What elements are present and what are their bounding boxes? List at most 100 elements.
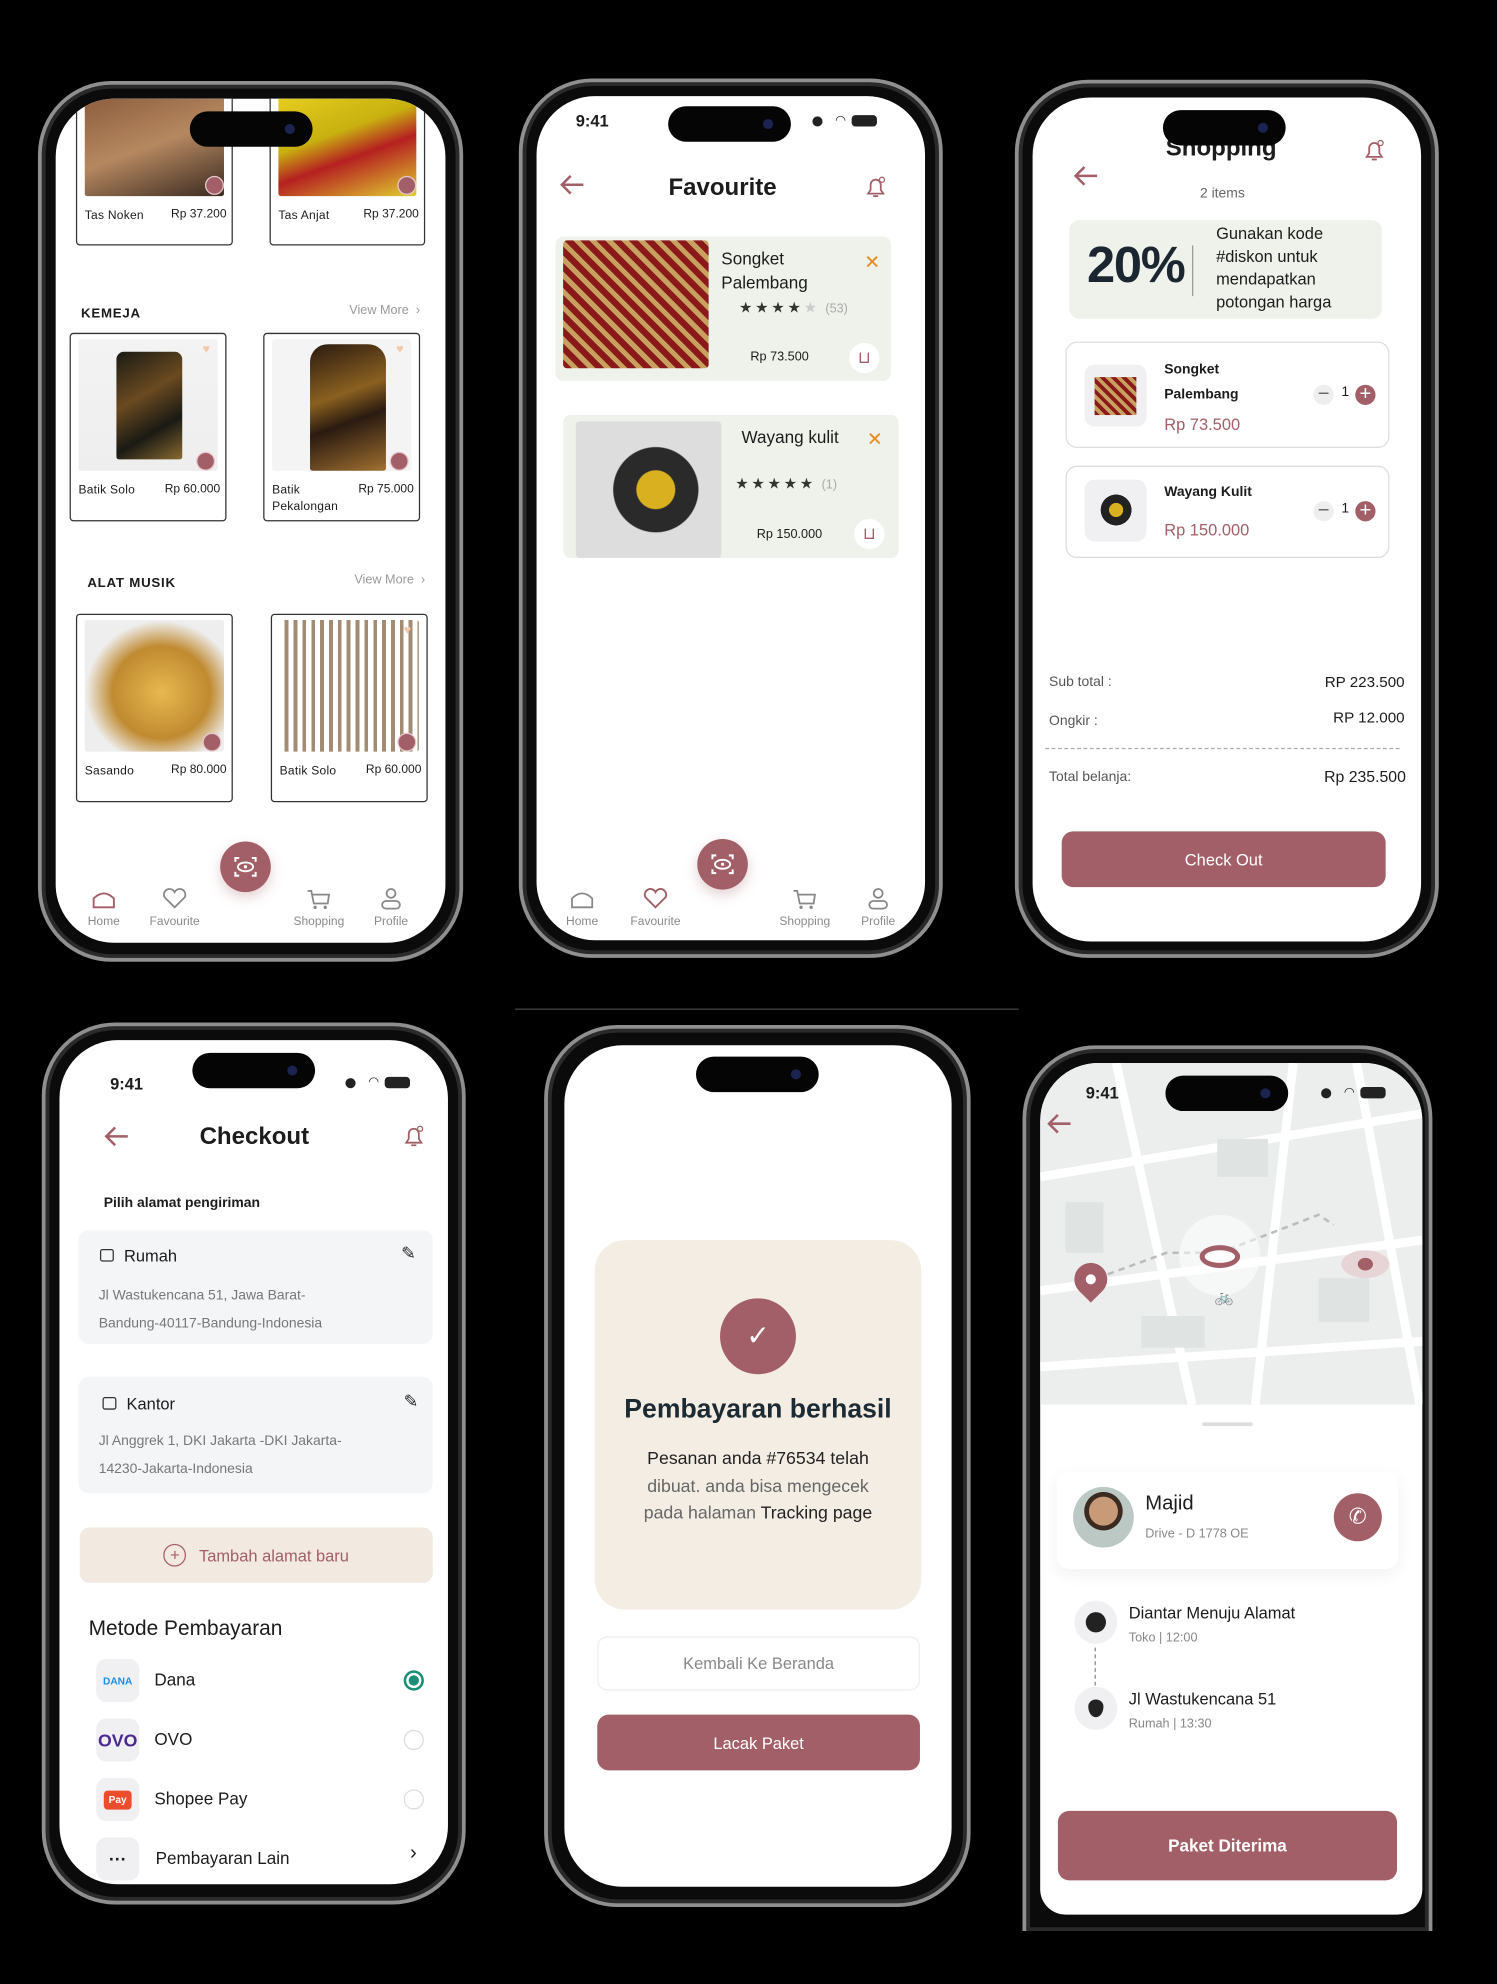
decrease-button[interactable]: − xyxy=(1313,384,1334,405)
item-name: Songket Palembang xyxy=(721,249,808,293)
view-more-link[interactable]: View More › xyxy=(349,304,420,318)
address-line: Jl Wastukencana 51, Jawa Barat- xyxy=(98,1288,306,1304)
cart-icon[interactable]: ⊔ xyxy=(854,518,885,550)
product-card[interactable]: ♥ Batik Solo Rp 60.000 xyxy=(270,613,428,803)
message-line: Pesanan anda #76534 telah xyxy=(647,1447,869,1468)
add-to-bag-icon[interactable] xyxy=(202,732,222,752)
back-arrow-icon[interactable] xyxy=(101,1124,131,1149)
payment-option-ovo[interactable]: OVO xyxy=(154,1730,192,1749)
dynamic-island xyxy=(695,1056,819,1093)
product-name: Tas Anjat xyxy=(278,208,330,223)
payment-option-other[interactable]: Pembayaran Lain xyxy=(156,1849,290,1868)
star-icon: ★★★★★ xyxy=(735,474,816,493)
remove-icon[interactable]: ✕ xyxy=(867,428,883,451)
view-more-link[interactable]: View More › xyxy=(354,573,425,587)
address-card[interactable]: Kantor Jl Anggrek 1, DKI Jakarta -DKI Ja… xyxy=(78,1376,433,1494)
address-card[interactable]: Rumah Jl Wastukencana 51, Jawa Barat- Ban… xyxy=(78,1229,433,1344)
scan-button[interactable] xyxy=(220,841,271,893)
add-to-bag-icon[interactable] xyxy=(389,451,409,471)
edit-icon[interactable]: ✎ xyxy=(401,1243,416,1265)
more-icon: ··· xyxy=(96,1837,140,1881)
payment-option-dana[interactable]: Dana xyxy=(154,1670,195,1689)
payment-option-shopeepay[interactable]: Shopee Pay xyxy=(154,1789,247,1808)
heart-icon[interactable]: ♥ xyxy=(404,624,417,637)
heart-icon[interactable]: ♥ xyxy=(202,344,215,357)
step-sub: Toko | 12:00 xyxy=(1128,1631,1198,1646)
nav-favourite[interactable]: Favourite xyxy=(137,915,213,929)
add-to-bag-icon[interactable] xyxy=(204,175,224,195)
cart-icon[interactable]: ⊔ xyxy=(849,342,880,374)
radio-ovo[interactable] xyxy=(403,1729,424,1751)
add-to-bag-icon[interactable] xyxy=(196,451,216,471)
heart-icon[interactable] xyxy=(640,886,670,911)
radio-shopeepay[interactable] xyxy=(403,1789,424,1810)
step-title: Jl Wastukencana 51 xyxy=(1128,1689,1277,1709)
bell-icon[interactable] xyxy=(1362,138,1387,163)
edit-icon[interactable]: ✎ xyxy=(404,1391,419,1413)
product-price: Rp 37.200 xyxy=(171,207,227,222)
remove-icon[interactable]: ✕ xyxy=(864,251,880,274)
total-value: Rp 235.500 xyxy=(1324,768,1406,786)
dynamic-island xyxy=(192,1052,316,1089)
call-button[interactable]: ✆ xyxy=(1333,1493,1382,1542)
profile-icon[interactable] xyxy=(376,886,406,911)
scan-button[interactable] xyxy=(697,838,748,890)
product-name: Tas Noken xyxy=(84,208,144,223)
checkout-button[interactable]: Check Out xyxy=(1061,831,1386,888)
increase-button[interactable]: + xyxy=(1355,500,1376,522)
nav-profile[interactable]: Profile xyxy=(840,915,916,929)
radio-dana[interactable] xyxy=(403,1670,424,1691)
nav-shopping[interactable]: Shopping xyxy=(767,915,843,929)
product-card[interactable]: ♥ Batik Solo Rp 60.000 xyxy=(69,332,227,522)
drag-handle[interactable] xyxy=(1202,1422,1253,1427)
page-title: Favourite xyxy=(668,174,777,202)
checkout-screen: 9:41 ◠ Checkout Pilih alamat pengiriman … xyxy=(59,1040,448,1885)
profile-icon[interactable] xyxy=(863,886,893,911)
add-to-bag-icon[interactable] xyxy=(397,175,417,195)
home-icon[interactable] xyxy=(89,886,119,911)
back-arrow-icon[interactable] xyxy=(557,172,587,197)
address-heading: Pilih alamat pengiriman xyxy=(103,1195,261,1212)
back-arrow-icon[interactable] xyxy=(1044,1111,1074,1136)
avatar xyxy=(1073,1486,1134,1548)
track-package-button[interactable]: Lacak Paket xyxy=(597,1714,920,1771)
cart-icon[interactable] xyxy=(790,886,820,911)
favourite-item[interactable]: Songket Palembang ★★★★★ (53) Rp 73.500 ⊔… xyxy=(555,236,891,381)
ovo-logo-icon: OVO xyxy=(96,1718,140,1762)
product-image xyxy=(84,620,224,752)
cart-icon[interactable] xyxy=(304,886,334,911)
ongkir-value: RP 12.000 xyxy=(1333,708,1405,727)
product-card[interactable]: ♥ Batik Pekalongan Rp 75.000 xyxy=(263,332,421,522)
back-arrow-icon[interactable] xyxy=(1071,163,1101,188)
add-address-button[interactable]: + Tambah alamat baru xyxy=(79,1527,433,1584)
nav-favourite[interactable]: Favourite xyxy=(618,915,694,929)
product-price: Rp 80.000 xyxy=(171,763,227,777)
nav-home[interactable]: Home xyxy=(66,915,142,929)
decrease-button[interactable]: − xyxy=(1313,500,1334,522)
heart-icon[interactable]: ♥ xyxy=(396,344,409,357)
phone-home: Tas Noken Rp 37.200 Tas Anjat Rp 37.200 … xyxy=(37,80,464,962)
increase-button[interactable]: + xyxy=(1355,384,1376,405)
product-card[interactable]: Sasando Rp 80.000 xyxy=(75,613,233,803)
product-name: Sasando xyxy=(84,764,135,779)
success-message: Pesanan anda #76534 telah dibuat. anda b… xyxy=(595,1445,921,1527)
nav-profile[interactable]: Profile xyxy=(353,915,429,929)
chevron-right-icon[interactable]: › xyxy=(410,1842,417,1865)
check-icon: ✓ xyxy=(720,1298,796,1375)
home-icon[interactable] xyxy=(567,886,597,911)
tracking-page-link[interactable]: Tracking page xyxy=(761,1502,873,1522)
nav-home[interactable]: Home xyxy=(544,915,620,929)
bell-icon[interactable] xyxy=(401,1124,426,1149)
package-received-button[interactable]: Paket Diterima xyxy=(1057,1810,1398,1881)
back-home-button[interactable]: Kembali Ke Beranda xyxy=(597,1636,920,1691)
favourite-item[interactable]: Wayang kulit ★★★★★ (1) Rp 150.000 ⊔ ✕ xyxy=(563,415,899,559)
heart-icon[interactable] xyxy=(159,886,189,911)
nav-shopping[interactable]: Shopping xyxy=(281,915,357,929)
dynamic-island xyxy=(189,111,313,147)
bell-icon[interactable] xyxy=(863,175,888,200)
total-label: Total belanja: xyxy=(1049,769,1132,785)
map[interactable]: 🚲 xyxy=(1040,1062,1423,1406)
status-time: 9:41 xyxy=(575,111,609,131)
divider xyxy=(1045,747,1400,750)
add-to-bag-icon[interactable] xyxy=(397,732,417,752)
